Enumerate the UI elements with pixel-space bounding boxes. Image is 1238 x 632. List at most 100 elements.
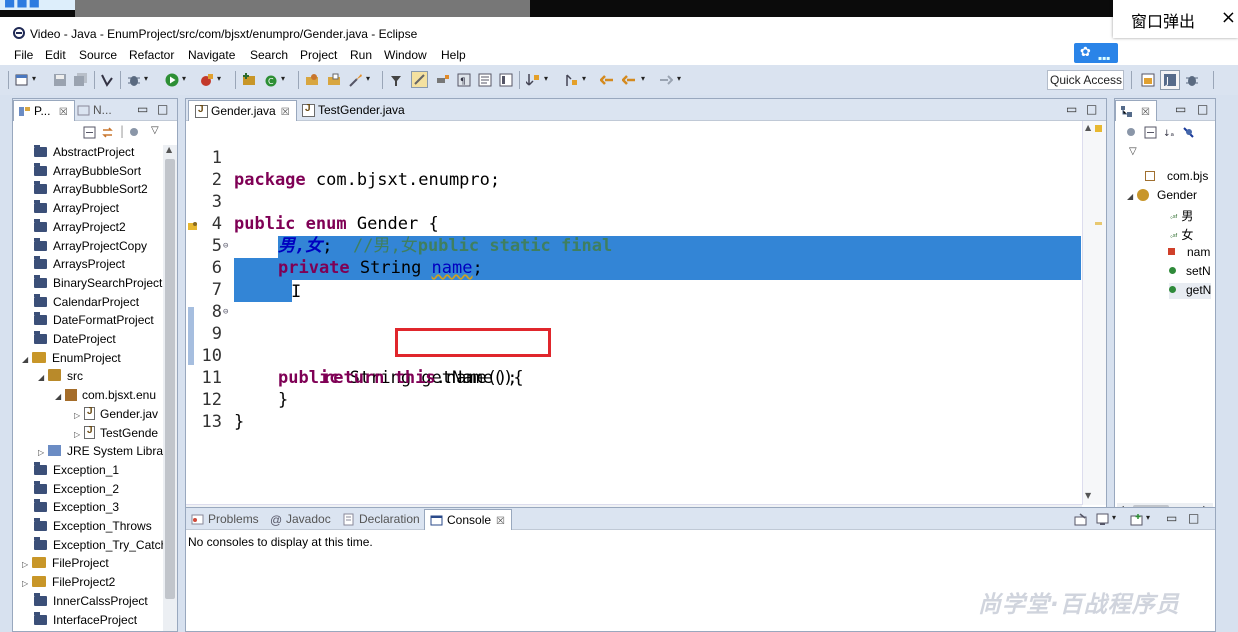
cloud-badge[interactable]: ✿ ▪▪▪ [1074,43,1118,63]
tree-item[interactable]: ArrayBubbleSort2 [34,181,148,200]
overview-warning-marker[interactable] [1095,125,1102,132]
open-dropdown-icon[interactable]: ▾ [1146,513,1150,522]
hide-fields-icon[interactable] [1182,126,1195,139]
toggle-breadcrumb-icon[interactable] [389,73,403,87]
display-console-icon[interactable] [1096,513,1109,526]
new-icon[interactable] [15,73,29,87]
tree-item[interactable]: ◢ EnumProject [22,351,121,369]
tree-item[interactable]: DateFormatProject [34,312,154,331]
tree-item[interactable]: ArrayProject [34,200,119,219]
tab-problems[interactable]: Problems [186,509,265,530]
tree-item[interactable]: Exception_Try_Catch [34,536,163,556]
new-java-project-icon[interactable] [242,73,256,87]
external-tools-icon[interactable] [200,73,214,87]
link-editor-icon[interactable] [101,126,114,139]
scroll-up-icon[interactable]: ▲ [1085,123,1091,132]
tree-item[interactable]: Exception_2 [34,480,119,500]
menu-file[interactable]: File [14,48,33,62]
tree-item[interactable]: DateProject [34,331,116,350]
close-icon[interactable]: ☒ [59,107,68,118]
maximize-icon[interactable]: □ [157,102,168,116]
close-icon[interactable]: ☒ [496,516,505,527]
menu-edit[interactable]: Edit [45,48,66,62]
maximize-icon[interactable]: □ [1188,511,1199,525]
fold-icon[interactable]: ⊖ [223,235,228,257]
outline-item[interactable]: nam [1168,245,1210,263]
quick-access-input[interactable]: Quick Access [1047,70,1124,90]
tree-item[interactable]: ▷Gender.jav [74,406,158,425]
filter-icon[interactable] [1125,126,1138,139]
expanded-icon[interactable]: ◢ [22,355,32,364]
menu-refactor[interactable]: Refactor [129,48,174,62]
menu-help[interactable]: Help [441,48,466,62]
debug-icon[interactable] [127,73,141,87]
tree-item[interactable]: AbstractProject [34,145,134,163]
tree-item[interactable]: ArrayBubbleSort [34,162,141,182]
new-class-icon[interactable]: C [264,73,278,87]
scroll-down-icon[interactable]: ▼ [1085,491,1091,500]
java-perspective-icon[interactable]: J [1160,70,1180,90]
tree-item[interactable]: Exception_3 [34,499,119,518]
close-icon[interactable]: × [1221,7,1236,28]
save-icon[interactable] [53,73,67,87]
open-perspective-icon[interactable] [1141,73,1155,87]
sort-icon[interactable]: ↓ₐ [1163,126,1176,139]
minimize-icon[interactable]: ▭ [137,102,148,116]
tab-declaration[interactable]: Declaration [337,509,426,530]
tab-package-explorer[interactable]: P... ☒ [13,100,75,121]
run-icon[interactable] [165,73,179,87]
collapse-all-icon[interactable] [83,126,96,139]
scroll-up-icon[interactable]: ▲ [166,145,172,154]
forward-icon[interactable] [659,73,673,87]
outline-item[interactable]: com.bjs [1145,169,1208,187]
last-edit-icon[interactable] [600,73,614,87]
pin-console-icon[interactable] [1074,513,1087,526]
overview-ruler[interactable]: ▲ ▼ [1082,121,1106,505]
tree-item[interactable]: ArraysProject [34,256,125,275]
debug-perspective-icon[interactable] [1185,73,1199,87]
overview-marker[interactable] [1095,222,1102,225]
expanded-icon[interactable]: ◢ [1127,192,1137,201]
tab-gender-java[interactable]: Gender.java☒ [188,100,297,121]
collapsed-icon[interactable]: ▷ [22,560,32,569]
javadoc-icon[interactable] [499,73,513,87]
tree-item[interactable]: InnerCalssProject [34,592,148,612]
minimize-icon[interactable]: ▭ [1066,102,1077,116]
toggle-mark-icon[interactable] [100,73,114,87]
open-type-icon[interactable] [305,73,319,87]
tree-item[interactable]: ArrayProjectCopy [34,237,147,257]
tree-item[interactable]: ArrayProject2 [34,218,126,238]
expanded-icon[interactable]: ◢ [38,373,48,382]
search-tool-icon[interactable] [349,73,363,87]
outline-item[interactable]: ◢ Gender [1127,188,1197,206]
tree-item[interactable]: ▷ FileProject [22,556,109,574]
popup-window-button[interactable]: 窗口弹出 × [1113,0,1238,38]
tree-item[interactable]: ◢ com.bjsxt.enu [55,388,156,406]
menu-source[interactable]: Source [79,48,117,62]
open-task-icon[interactable] [327,73,341,87]
collapsed-icon[interactable]: ▷ [38,448,48,457]
next-annotation-icon[interactable] [526,73,540,87]
tree-item[interactable]: ▷ FileProject2 [22,575,115,593]
show-whitespace-icon[interactable]: ¶ [457,73,471,87]
menu-search[interactable]: Search [250,48,288,62]
tree-item[interactable]: ▷ JRE System Libra [38,444,163,462]
save-all-icon[interactable] [74,73,88,87]
show-source-icon[interactable] [478,73,492,87]
outline-item[interactable]: setN [1169,264,1211,282]
expanded-icon[interactable]: ◢ [55,392,65,401]
tree-item[interactable]: Exception_Throws [34,518,152,537]
tree-item[interactable]: CalendarProject [34,293,139,313]
new-dropdown-icon[interactable]: ▾ [32,74,36,83]
minimize-icon[interactable]: ▭ [1166,511,1177,525]
outline-item[interactable]: getN [1169,283,1212,299]
tab-console[interactable]: Console ☒ [424,509,512,530]
tree-item[interactable]: ◢ src [38,369,83,387]
open-console-icon[interactable] [1130,513,1143,526]
code-editor[interactable]: 1 package com.bjsxt.enumpro; 2 3 public … [186,121,1082,505]
explorer-scrollbar[interactable]: ▲ [163,145,177,631]
tree-item[interactable]: InterfaceProject [34,611,137,631]
back-icon[interactable] [622,73,636,87]
prev-annotation-icon[interactable] [564,73,578,87]
fold-icon[interactable]: ⊖ [223,301,228,323]
